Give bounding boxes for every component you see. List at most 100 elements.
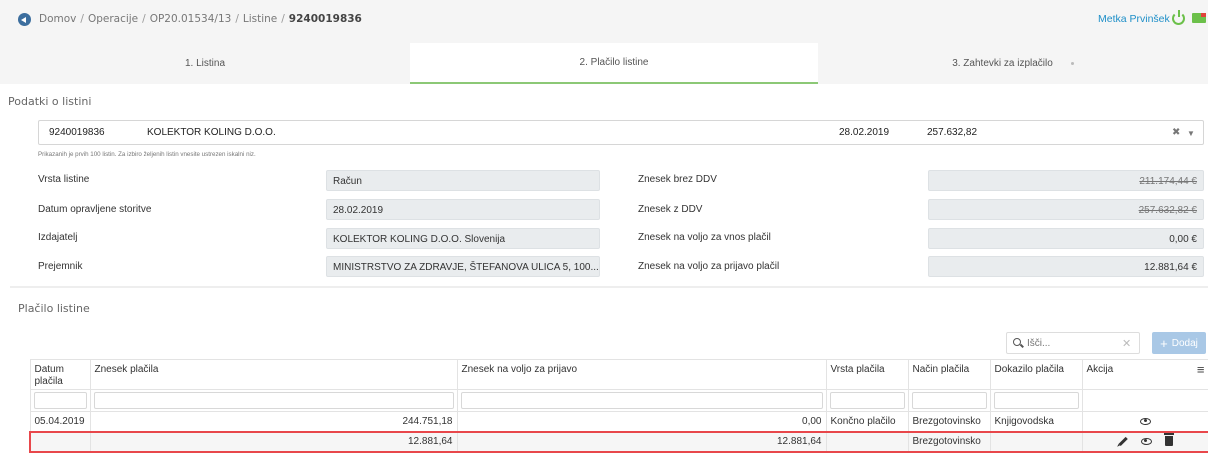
- field-label: Znesek z DDV: [638, 204, 703, 215]
- chevron-down-icon[interactable]: ▼: [1187, 129, 1195, 138]
- document-type-value: Račun: [326, 170, 600, 191]
- step-label: 1. Listina: [184, 58, 226, 69]
- breadcrumb-separator: /: [235, 13, 239, 25]
- filter-cell: [1081, 389, 1208, 412]
- document-amount: 257.632,82: [927, 127, 978, 138]
- column-header-actions: Akcija ≡: [1081, 359, 1208, 390]
- add-button[interactable]: + Dodaj: [1152, 332, 1206, 354]
- issuer-value: KOLEKTOR KOLING D.O.O. Slovenija: [326, 228, 600, 249]
- payment-amount: 12.881,64: [89, 430, 458, 453]
- step-document-payment[interactable]: 2. Plačilo listine: [410, 43, 818, 84]
- pencil-icon[interactable]: [1118, 436, 1128, 446]
- amount-with-vat-value: 257.632,82 €: [928, 199, 1204, 220]
- payment-date: [29, 430, 91, 453]
- payment-proof: [989, 430, 1083, 453]
- breadcrumb-operation[interactable]: OP20.01534/13: [150, 13, 232, 25]
- search-box[interactable]: ✕: [1006, 332, 1140, 354]
- payment-type: [825, 430, 909, 453]
- column-header: Akcija: [1086, 364, 1114, 375]
- plus-icon: +: [1160, 335, 1168, 351]
- close-icon[interactable]: ✕: [1122, 337, 1131, 350]
- amount-without-vat-value: 211.174,44 €: [928, 170, 1204, 191]
- step-payout-requests[interactable]: 3. Zahtevki za izplačilo: [818, 43, 1208, 84]
- power-icon[interactable]: [1172, 10, 1185, 25]
- payments-table: Datum plačila Znesek plačila Znesek na v…: [29, 359, 1208, 453]
- document-number: 9240019836: [49, 127, 105, 138]
- breadcrumb-home[interactable]: Domov: [39, 13, 76, 25]
- field-label: Izdajatelj: [38, 232, 78, 243]
- payment-method: Brezgotovinsko: [907, 430, 991, 453]
- filter-input[interactable]: [829, 392, 905, 409]
- recipient-value: MINISTRSTVO ZA ZDRAVJE, ŠTEFANOVA ULICA …: [326, 256, 600, 277]
- field-label: Vrsta listine: [38, 174, 90, 185]
- breadcrumb-separator: /: [281, 13, 285, 25]
- field-label: Znesek na voljo za prijavo plačil: [638, 261, 780, 272]
- filter-input[interactable]: [911, 392, 987, 409]
- eye-icon[interactable]: [1140, 417, 1151, 425]
- step-dot-icon: [1070, 62, 1074, 65]
- column-header[interactable]: Znesek plačila: [89, 359, 458, 390]
- field-label: Znesek na voljo za vnos plačil: [638, 232, 771, 243]
- field-label: Znesek brez DDV: [638, 174, 717, 185]
- filter-cell: [89, 389, 458, 412]
- step-label: 2. Plačilo listine: [579, 57, 649, 68]
- search-input[interactable]: [1027, 336, 1117, 350]
- filter-input[interactable]: [460, 392, 823, 409]
- filter-cell: [907, 389, 991, 412]
- trash-icon[interactable]: [1163, 433, 1174, 447]
- filter-input[interactable]: [33, 392, 87, 409]
- document-select[interactable]: 9240019836 KOLEKTOR KOLING D.O.O. 28.02.…: [38, 120, 1204, 145]
- breadcrumb-separator: /: [80, 13, 84, 25]
- search-icon: [1013, 338, 1021, 346]
- menu-icon[interactable]: ≡: [1197, 363, 1205, 376]
- clear-icon[interactable]: ✖: [1172, 127, 1180, 138]
- wizard-steps: 1. Listina 2. Plačilo listine 3. Zahtevk…: [0, 40, 1208, 84]
- column-header[interactable]: Znesek na voljo za prijavo: [456, 359, 827, 390]
- payment-section-title: Plačilo listine: [18, 302, 90, 315]
- breadcrumb-current: 9240019836: [288, 13, 362, 25]
- column-header[interactable]: Dokazilo plačila: [989, 359, 1083, 390]
- column-header[interactable]: Vrsta plačila: [825, 359, 909, 390]
- row-actions: [1081, 430, 1208, 453]
- available-for-payment-report-value: 12.881,64 €: [928, 256, 1204, 277]
- column-header[interactable]: Datum plačila: [29, 359, 91, 390]
- available-for-payment-entry-value: 0,00 €: [928, 228, 1204, 249]
- breadcrumb-operations[interactable]: Operacije: [88, 13, 138, 25]
- row-actions: [1081, 411, 1208, 432]
- document-company: KOLEKTOR KOLING D.O.O.: [147, 127, 276, 138]
- step-document[interactable]: 1. Listina: [0, 43, 410, 84]
- filter-row: [29, 389, 1208, 412]
- breadcrumb-documents[interactable]: Listine: [243, 13, 277, 25]
- field-label: Datum opravljene storitve: [38, 204, 152, 215]
- column-header[interactable]: Način plačila: [907, 359, 991, 390]
- filter-cell: [989, 389, 1083, 412]
- filter-cell: [825, 389, 909, 412]
- search-hint: Prikazanih je prvih 100 listin. Za izbir…: [38, 151, 256, 158]
- step-label: 3. Zahtevki za izplačilo: [952, 58, 1053, 69]
- document-section-title: Podatki o listini: [8, 95, 92, 108]
- table-header-row: Datum plačila Znesek plačila Znesek na v…: [29, 359, 1208, 390]
- mail-icon[interactable]: [1192, 13, 1206, 23]
- add-button-label: Dodaj: [1171, 337, 1198, 349]
- filter-input[interactable]: [993, 392, 1079, 409]
- filter-cell: [29, 389, 91, 412]
- user-name[interactable]: Metka Prvinšek: [1098, 13, 1170, 25]
- eye-icon[interactable]: [1140, 437, 1152, 445]
- payment-amount: 244.751,18: [89, 411, 458, 432]
- payment-date: 05.04.2019: [29, 411, 91, 432]
- payment-method: Brezgotovinsko: [907, 411, 991, 432]
- document-date: 28.02.2019: [839, 127, 890, 138]
- payment-available: 12.881,64: [456, 430, 827, 453]
- payment-type: Končno plačilo: [825, 411, 909, 432]
- payment-proof: Knjigovodska: [989, 411, 1083, 432]
- back-arrow-icon[interactable]: [18, 13, 31, 26]
- payment-available: 0,00: [456, 411, 827, 432]
- filter-input[interactable]: [93, 392, 454, 409]
- breadcrumb: Domov / Operacije / OP20.01534/13/Listine/92…: [39, 13, 362, 25]
- table-row[interactable]: 05.04.2019 244.751,18 0,00 Končno plačil…: [29, 411, 1208, 432]
- table-row[interactable]: 12.881,64 12.881,64 Brezgotovinsko: [29, 430, 1208, 453]
- field-label: Prejemnik: [38, 261, 83, 272]
- service-date-value: 28.02.2019: [326, 199, 600, 220]
- filter-cell: [456, 389, 827, 412]
- section-divider: [10, 286, 1208, 288]
